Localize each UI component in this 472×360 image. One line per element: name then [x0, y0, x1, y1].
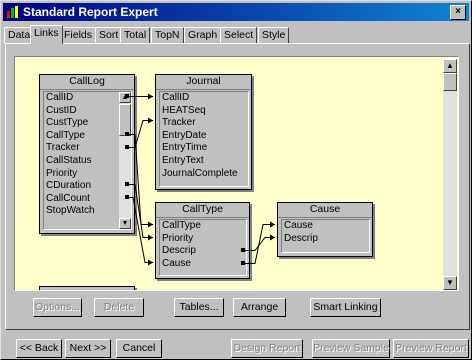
link-anchor [125, 195, 129, 199]
options-button[interactable]: Options... [33, 298, 82, 317]
cancel-button[interactable]: Cancel [116, 339, 162, 358]
scroll-down-icon[interactable]: ▼ [443, 276, 457, 290]
link-anchor [125, 145, 129, 149]
tab-total[interactable]: Total [120, 27, 151, 43]
link-anchor [125, 132, 129, 136]
arrow-icon [270, 234, 275, 241]
tab-sort[interactable]: Sort [95, 27, 123, 43]
link-anchor [125, 182, 129, 186]
close-button[interactable]: × [450, 5, 466, 20]
next-button[interactable]: Next >> [65, 339, 111, 358]
arrow-icon [148, 259, 153, 266]
tab-graph[interactable]: Graph [184, 27, 222, 43]
close-icon: × [455, 6, 461, 17]
design-report-button[interactable]: Design Report [231, 339, 303, 358]
links-canvas[interactable]: CallLog CallID CustID CustType CallType … [14, 56, 459, 291]
window-title: Standard Report Expert [23, 5, 158, 19]
arrow-icon [148, 221, 153, 228]
title-bar[interactable]: Standard Report Expert × [3, 3, 469, 21]
link-anchor [241, 261, 245, 265]
canvas-vertical-scrollbar[interactable]: ▲ ▼ [443, 59, 457, 290]
link-line [243, 224, 275, 264]
arrange-button[interactable]: Arrange [233, 298, 286, 317]
tables-button[interactable]: Tables... [174, 298, 224, 317]
delete-button[interactable]: Delete [94, 298, 144, 317]
scroll-up-icon[interactable]: ▲ [443, 59, 457, 73]
arrow-icon [148, 93, 153, 100]
link-lines [125, 93, 275, 266]
smart-linking-button[interactable]: Smart Linking [310, 298, 381, 317]
link-anchor [125, 94, 129, 98]
app-icon [7, 6, 18, 18]
preview-report-button[interactable]: Preview Report [393, 339, 469, 358]
arrow-icon [148, 117, 153, 124]
tab-links[interactable]: Links [30, 25, 63, 44]
tab-style[interactable]: Style [258, 27, 290, 43]
arrow-icon [270, 221, 275, 228]
arrow-icon [148, 234, 153, 241]
preview-sample-button[interactable]: Preview Sample [312, 339, 390, 358]
back-button[interactable]: << Back [16, 339, 62, 358]
link-anchor [241, 248, 245, 252]
tab-topn[interactable]: TopN [151, 27, 184, 43]
tab-select[interactable]: Select [220, 27, 258, 43]
scroll-thumb[interactable] [443, 73, 457, 91]
report-expert-window: Standard Report Expert × Data Links Fiel… [0, 0, 472, 360]
tab-fields[interactable]: Fields [60, 27, 97, 43]
